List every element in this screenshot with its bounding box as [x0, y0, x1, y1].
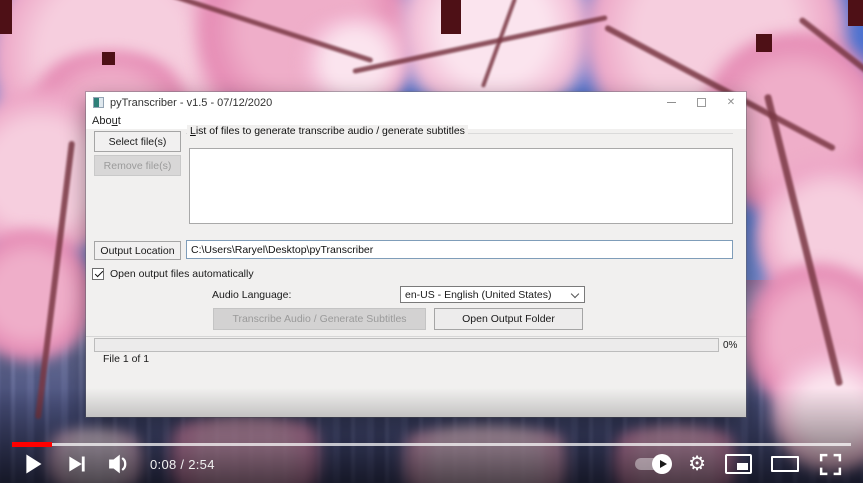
- app-icon: [93, 97, 104, 108]
- checkbox-checked-icon[interactable]: [92, 268, 104, 280]
- open-output-folder-button[interactable]: Open Output Folder: [434, 308, 583, 330]
- player-control-bar: 0:08 / 2:54 ⚙: [0, 445, 863, 483]
- file-list-box[interactable]: [189, 148, 733, 224]
- file-counter: File 1 of 1: [103, 353, 149, 365]
- maximize-button[interactable]: [686, 92, 716, 113]
- file-list-label: List of files to generate transcribe aud…: [187, 125, 468, 137]
- autoplay-play-icon: [660, 460, 667, 468]
- transcription-progress-bar: [94, 338, 719, 352]
- next-icon: [61, 449, 91, 479]
- divider: [86, 336, 746, 337]
- settings-gear-icon: ⚙: [688, 454, 706, 474]
- minimize-icon: [667, 102, 676, 103]
- dark-blossom-block: [848, 0, 863, 26]
- miniplayer-icon: [725, 454, 752, 474]
- audio-language-label: Audio Language:: [212, 289, 291, 301]
- window-title: pyTranscriber - v1.5 - 07/12/2020: [110, 97, 272, 109]
- window-client-area: Select file(s) Remove file(s) List of fi…: [86, 129, 746, 417]
- next-button[interactable]: [58, 445, 94, 483]
- dark-blossom-block: [102, 52, 115, 65]
- chevron-down-icon: [571, 290, 579, 298]
- right-controls: ⚙: [635, 452, 863, 477]
- autoplay-toggle[interactable]: [635, 458, 669, 470]
- fullscreen-button[interactable]: [818, 452, 843, 477]
- open-output-checkbox-row: Open output files automatically: [92, 268, 254, 280]
- volume-button[interactable]: [100, 445, 136, 483]
- miniplayer-button[interactable]: [725, 454, 752, 474]
- dark-blossom-block: [756, 34, 772, 52]
- minimize-button[interactable]: [656, 92, 686, 113]
- pytranscriber-window: pyTranscriber - v1.5 - 07/12/2020 ✕ Abou…: [86, 92, 746, 417]
- time-display: 0:08 / 2:54: [150, 457, 215, 472]
- progress-percent: 0%: [723, 340, 737, 351]
- remove-files-button[interactable]: Remove file(s): [94, 155, 181, 176]
- audio-language-selected: en-US - English (United States): [405, 289, 551, 301]
- settings-button[interactable]: ⚙: [688, 454, 706, 474]
- maximize-icon: [697, 98, 706, 107]
- dark-blossom-block: [0, 0, 12, 34]
- menu-about[interactable]: About: [92, 115, 121, 127]
- output-path-input[interactable]: [186, 240, 733, 259]
- autoplay-knob: [652, 454, 672, 474]
- open-output-checkbox-label: Open output files automatically: [110, 268, 254, 280]
- audio-language-dropdown[interactable]: en-US - English (United States): [400, 286, 585, 303]
- play-icon: [16, 447, 50, 481]
- select-files-button[interactable]: Select file(s): [94, 131, 181, 152]
- theater-mode-icon: [771, 456, 799, 472]
- fullscreen-icon: [818, 452, 843, 477]
- output-location-button[interactable]: Output Location: [94, 241, 181, 260]
- title-bar: pyTranscriber - v1.5 - 07/12/2020 ✕: [86, 92, 746, 113]
- volume-icon: [102, 448, 134, 480]
- play-button[interactable]: [14, 445, 52, 483]
- window-controls: ✕: [656, 92, 746, 113]
- theater-mode-button[interactable]: [771, 456, 799, 472]
- close-icon: ✕: [727, 97, 735, 108]
- close-button[interactable]: ✕: [716, 92, 746, 113]
- video-player-frame: pyTranscriber - v1.5 - 07/12/2020 ✕ Abou…: [0, 0, 863, 483]
- dark-blossom-block: [441, 0, 461, 34]
- transcribe-button[interactable]: Transcribe Audio / Generate Subtitles: [213, 308, 426, 330]
